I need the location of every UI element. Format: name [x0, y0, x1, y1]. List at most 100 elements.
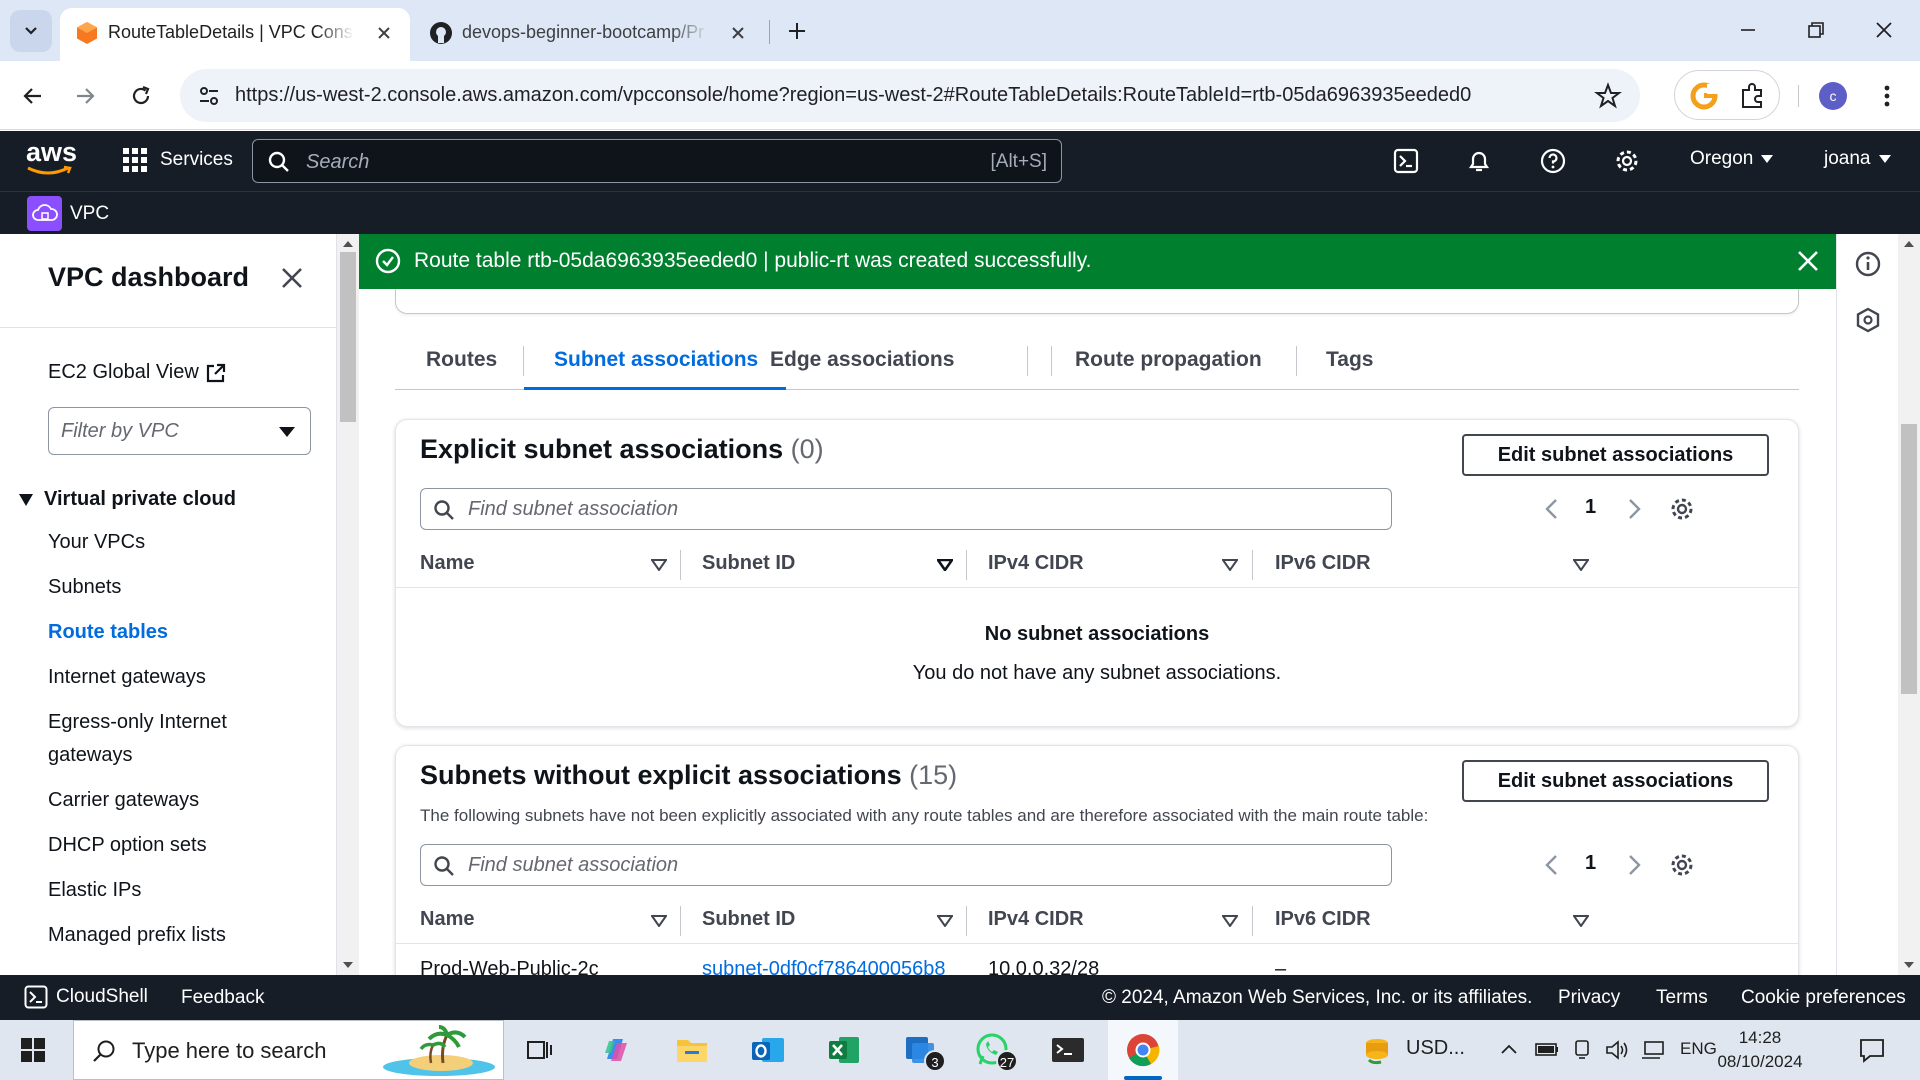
- feedback-link[interactable]: Feedback: [181, 987, 264, 1009]
- sort-caret-icon[interactable]: [651, 559, 667, 571]
- cloudshell-button[interactable]: [1390, 145, 1422, 177]
- cell-subnet-id-link[interactable]: subnet-0df0cf786400056b8: [702, 958, 946, 975]
- privacy-link[interactable]: Privacy: [1558, 987, 1620, 1009]
- windows-start-icon[interactable]: [20, 1037, 46, 1063]
- column-header-ipv4-cidr[interactable]: IPv4 CIDR: [988, 552, 1084, 575]
- tab-routes[interactable]: Routes: [426, 334, 497, 390]
- system-clock[interactable]: 14:28 08/10/2024: [1710, 1026, 1810, 1074]
- edit-subnet-associations-button[interactable]: Edit subnet associations: [1462, 434, 1769, 476]
- sidenav-title[interactable]: VPC dashboard: [48, 262, 249, 293]
- chevron-left-icon[interactable]: [1543, 854, 1561, 876]
- reload-button[interactable]: [121, 76, 161, 116]
- sidebar-item-dhcp-option-sets[interactable]: DHCP option sets: [48, 829, 207, 862]
- restore-button[interactable]: [1782, 0, 1850, 60]
- ec2-global-view-link[interactable]: EC2 Global View: [48, 361, 227, 384]
- close-window-button[interactable]: [1850, 0, 1918, 60]
- aws-search-input[interactable]: Search [Alt+S]: [252, 139, 1062, 183]
- service-name[interactable]: VPC: [70, 203, 109, 225]
- scrollbar-thumb[interactable]: [340, 252, 356, 422]
- gear-icon[interactable]: [1669, 852, 1695, 878]
- browser-menu-button[interactable]: [1872, 79, 1902, 113]
- column-header-ipv6-cidr[interactable]: IPv6 CIDR: [1275, 552, 1371, 575]
- sidebar-item-your-vpcs[interactable]: Your VPCs: [48, 526, 145, 559]
- page-number[interactable]: 1: [1585, 496, 1596, 519]
- forward-button[interactable]: [65, 76, 105, 116]
- vpc-service-icon[interactable]: [27, 196, 62, 231]
- browser-tab-inactive[interactable]: devops-beginner-bootcamp/Pr: [414, 8, 764, 61]
- filter-by-vpc-select[interactable]: Filter by VPC: [48, 407, 311, 455]
- tab-close-button[interactable]: [372, 21, 396, 45]
- tab-edge-associations[interactable]: Edge associations: [770, 334, 954, 390]
- help-button[interactable]: [1537, 145, 1569, 177]
- chevron-left-icon[interactable]: [1543, 498, 1561, 520]
- column-header-ipv6-cidr[interactable]: IPv6 CIDR: [1275, 908, 1371, 931]
- sort-caret-icon[interactable]: [937, 915, 953, 927]
- column-header-subnet-id[interactable]: Subnet ID: [702, 552, 795, 575]
- sidenav-scrollbar[interactable]: [337, 234, 359, 975]
- currency-widget-text[interactable]: USD...: [1406, 1037, 1465, 1060]
- tab-close-button[interactable]: [726, 21, 750, 45]
- notification-center-icon[interactable]: [1858, 1036, 1886, 1064]
- device-icon[interactable]: [1570, 1038, 1594, 1062]
- notifications-button[interactable]: [1463, 145, 1495, 177]
- sort-caret-icon[interactable]: [1222, 559, 1238, 571]
- network-icon[interactable]: [1640, 1038, 1666, 1062]
- browser-tab-active[interactable]: RouteTableDetails | VPC Console: [60, 8, 410, 61]
- sidebar-item-internet-gateways[interactable]: Internet gateways: [48, 661, 206, 694]
- page-number[interactable]: 1: [1585, 852, 1596, 875]
- chevron-right-icon[interactable]: [1625, 854, 1643, 876]
- tab-route-propagation[interactable]: Route propagation: [1075, 334, 1262, 390]
- tab-search-button[interactable]: [10, 10, 52, 52]
- info-icon[interactable]: [1854, 250, 1882, 278]
- profile-avatar[interactable]: c: [1819, 82, 1847, 110]
- scrollbar-thumb[interactable]: [1901, 424, 1917, 694]
- teams-app[interactable]: 3: [900, 1030, 946, 1072]
- outlook-app[interactable]: [748, 1030, 788, 1070]
- account-menu[interactable]: joana: [1824, 148, 1891, 170]
- chrome-app[interactable]: [1123, 1030, 1163, 1070]
- sort-caret-icon[interactable]: [1573, 559, 1589, 571]
- settings-button[interactable]: [1611, 145, 1643, 177]
- excel-app[interactable]: [824, 1030, 864, 1070]
- copilot-app[interactable]: [596, 1030, 636, 1070]
- tab-subnet-associations[interactable]: Subnet associations: [524, 334, 787, 390]
- address-bar[interactable]: https://us-west-2.console.aws.amazon.com…: [180, 69, 1640, 122]
- new-tab-button[interactable]: [780, 14, 814, 48]
- section-virtual-private-cloud[interactable]: Virtual private cloud: [18, 488, 236, 511]
- sort-caret-icon[interactable]: [651, 915, 667, 927]
- currency-widget-icon[interactable]: [1357, 1030, 1397, 1070]
- sidebar-item-egress-only-internet-gateways[interactable]: Egress-only Internet gateways: [48, 706, 288, 772]
- grammarly-extension-icon[interactable]: [1689, 81, 1719, 111]
- column-header-subnet-id[interactable]: Subnet ID: [702, 908, 795, 931]
- region-selector[interactable]: Oregon: [1690, 148, 1774, 170]
- cookie-preferences-link[interactable]: Cookie preferences: [1741, 987, 1906, 1009]
- taskbar-search[interactable]: Type here to search: [73, 1020, 504, 1080]
- sort-caret-icon[interactable]: [1222, 915, 1238, 927]
- task-view-button[interactable]: [520, 1030, 560, 1070]
- bookmark-star-icon[interactable]: [1594, 82, 1622, 110]
- terms-link[interactable]: Terms: [1656, 987, 1708, 1009]
- whatsapp-app[interactable]: 27: [972, 1030, 1018, 1072]
- sidebar-item-managed-prefix-lists[interactable]: Managed prefix lists: [48, 919, 226, 952]
- tab-tags[interactable]: Tags: [1326, 334, 1373, 390]
- sidebar-item-route-tables[interactable]: Route tables: [48, 616, 168, 649]
- main-scrollbar[interactable]: [1898, 234, 1920, 975]
- extensions-puzzle-icon[interactable]: [1737, 81, 1767, 111]
- find-subnet-association-input[interactable]: Find subnet association: [420, 844, 1392, 886]
- terminal-app[interactable]: [1048, 1030, 1088, 1070]
- minimize-button[interactable]: [1714, 0, 1782, 60]
- column-header-name[interactable]: Name: [420, 908, 474, 931]
- aws-logo[interactable]: aws: [26, 139, 77, 177]
- sidebar-item-subnets[interactable]: Subnets: [48, 571, 121, 604]
- close-icon[interactable]: [279, 265, 305, 291]
- gear-icon[interactable]: [1669, 496, 1695, 522]
- find-subnet-association-input[interactable]: Find subnet association: [420, 488, 1392, 530]
- cloudshell-footer-button[interactable]: CloudShell: [24, 985, 148, 1009]
- dismiss-icon[interactable]: [1796, 249, 1820, 273]
- tutorial-hex-icon[interactable]: [1854, 306, 1882, 334]
- services-menu[interactable]: Services: [122, 147, 233, 173]
- chevron-right-icon[interactable]: [1625, 498, 1643, 520]
- sort-caret-icon[interactable]: [937, 559, 953, 571]
- edit-subnet-associations-button[interactable]: Edit subnet associations: [1462, 760, 1769, 802]
- back-button[interactable]: [13, 76, 53, 116]
